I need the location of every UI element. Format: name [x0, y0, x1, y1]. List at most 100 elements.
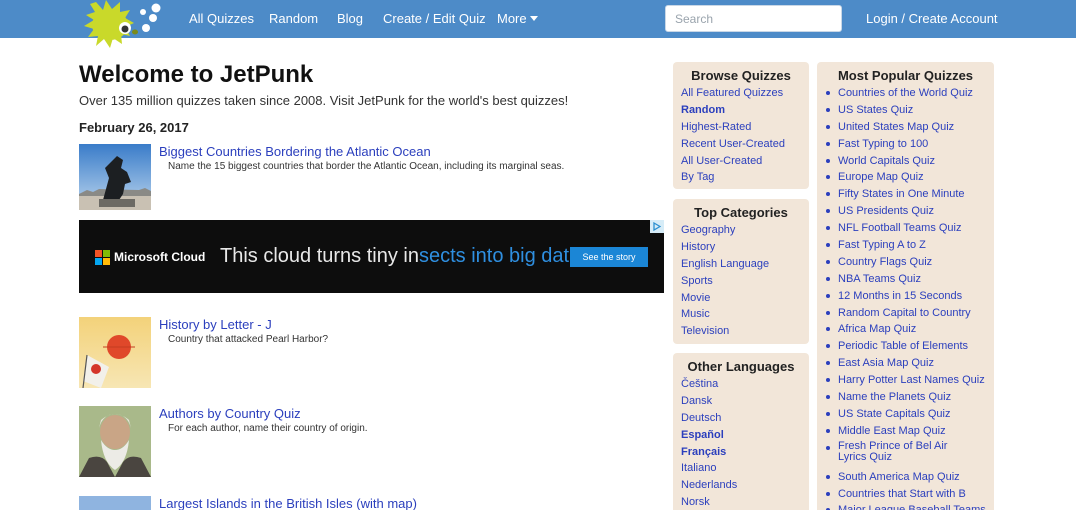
browse-item-all-user-created: All User-Created	[673, 154, 809, 171]
popular-quiz-link[interactable]: Middle East Map Quiz	[838, 425, 946, 437]
popular-quiz-item: Countries that Start with B	[817, 487, 994, 504]
ad-headline: This cloud turns tiny insects into big d…	[220, 245, 586, 268]
browse-link[interactable]: All User-Created	[681, 155, 762, 167]
language-item: Italiano	[673, 461, 809, 478]
popular-quiz-link[interactable]: United States Map Quiz	[838, 121, 954, 133]
language-item: Nederlands	[673, 478, 809, 495]
quiz-description: Country that attacked Pearl Harbor?	[168, 334, 329, 345]
microsoft-logo-icon	[95, 250, 110, 265]
ad-choices-icon[interactable]	[650, 220, 664, 233]
quiz-title-link[interactable]: Authors by Country Quiz	[159, 406, 301, 421]
language-link[interactable]: Nederlands	[681, 479, 737, 491]
popular-quiz-link[interactable]: NFL Football Teams Quiz	[838, 222, 962, 234]
category-item: English Language	[673, 257, 809, 274]
popular-quiz-link[interactable]: NBA Teams Quiz	[838, 273, 921, 285]
popular-quiz-link[interactable]: Major League Baseball Teams	[838, 504, 986, 510]
browse-link[interactable]: By Tag	[681, 171, 714, 183]
popular-quiz-item: Fast Typing A to Z	[817, 238, 994, 255]
popular-quiz-link[interactable]: Fast Typing to 100	[838, 138, 928, 150]
most-popular-panel: Most Popular Quizzes Countries of the Wo…	[817, 62, 994, 510]
category-link[interactable]: History	[681, 241, 715, 253]
popular-quiz-link[interactable]: Countries that Start with B	[838, 488, 966, 500]
browse-link[interactable]: All Featured Quizzes	[681, 87, 783, 99]
popular-quiz-item: US States Quiz	[817, 103, 994, 120]
language-link[interactable]: Italiano	[681, 462, 716, 474]
browse-link[interactable]: Random	[681, 104, 725, 116]
popular-quiz-link[interactable]: World Capitals Quiz	[838, 155, 935, 167]
popular-quiz-link[interactable]: Name the Planets Quiz	[838, 391, 951, 403]
login-create-account-link[interactable]: Login / Create Account	[866, 11, 998, 26]
quiz-thumbnail[interactable]	[79, 317, 151, 388]
popular-quiz-link[interactable]: Fifty States in One Minute	[838, 188, 965, 200]
popular-quiz-link[interactable]: Africa Map Quiz	[838, 323, 916, 335]
nav-random[interactable]: Random	[269, 11, 318, 26]
category-link[interactable]: Sports	[681, 275, 713, 287]
nav-blog[interactable]: Blog	[337, 11, 363, 26]
popular-quiz-link[interactable]: Fresh Prince of Bel Air Lyrics Quiz	[838, 440, 947, 464]
browse-link[interactable]: Highest-Rated	[681, 121, 751, 133]
popular-quiz-link[interactable]: Country Flags Quiz	[838, 256, 932, 268]
other-languages-heading: Other Languages	[687, 359, 795, 374]
popular-quiz-item: South America Map Quiz	[817, 470, 994, 487]
jetpunk-logo[interactable]	[80, 0, 164, 52]
language-link[interactable]: Norsk	[681, 496, 710, 508]
popular-quiz-link[interactable]: East Asia Map Quiz	[838, 357, 934, 369]
quiz-date: February 26, 2017	[79, 120, 189, 135]
quiz-title-link[interactable]: Biggest Countries Bordering the Atlantic…	[159, 144, 431, 159]
nav-all-quizzes[interactable]: All Quizzes	[189, 11, 254, 26]
browse-item-random: Random	[673, 103, 809, 120]
nav-more[interactable]: More	[497, 11, 538, 26]
language-link[interactable]: Čeština	[681, 378, 718, 390]
language-item: Deutsch	[673, 411, 809, 428]
popular-quiz-link[interactable]: Random Capital to Country	[838, 307, 971, 319]
popular-quiz-item: NFL Football Teams Quiz	[817, 221, 994, 238]
quiz-description: Name the 15 biggest countries that borde…	[168, 161, 565, 172]
ad-banner[interactable]: Microsoft Cloud This cloud turns tiny in…	[79, 220, 664, 293]
quiz-thumbnail[interactable]	[79, 406, 151, 477]
popular-quiz-item: Name the Planets Quiz	[817, 390, 994, 407]
popular-quiz-item: Major League Baseball Teams	[817, 503, 994, 510]
popular-quiz-link[interactable]: Countries of the World Quiz	[838, 87, 973, 99]
category-item: Television	[673, 324, 809, 341]
language-link[interactable]: Dansk	[681, 395, 712, 407]
popular-quiz-link[interactable]: US Presidents Quiz	[838, 205, 934, 217]
browse-item-all-featured: All Featured Quizzes	[673, 86, 809, 103]
popular-quiz-link[interactable]: Harry Potter Last Names Quiz	[838, 374, 985, 386]
popular-quiz-link[interactable]: South America Map Quiz	[838, 471, 960, 483]
popular-quiz-link[interactable]: 12 Months in 15 Seconds	[838, 290, 962, 302]
popular-quiz-link[interactable]: Fast Typing A to Z	[838, 239, 926, 251]
quiz-title-link[interactable]: Largest Islands in the British Isles (wi…	[159, 496, 417, 510]
search-input[interactable]	[665, 5, 842, 32]
popular-quiz-item: NBA Teams Quiz	[817, 272, 994, 289]
ad-cta-button[interactable]: See the story	[570, 247, 648, 267]
category-item: Geography	[673, 223, 809, 240]
popular-quiz-link[interactable]: Europe Map Quiz	[838, 171, 924, 183]
category-link[interactable]: Geography	[681, 224, 735, 236]
language-link[interactable]: Deutsch	[681, 412, 721, 424]
browse-item-by-tag: By Tag	[673, 170, 809, 187]
language-link[interactable]: Español	[681, 429, 724, 441]
popular-quiz-item: Countries of the World Quiz	[817, 86, 994, 103]
quiz-thumbnail[interactable]	[79, 144, 151, 210]
popular-quiz-item: Middle East Map Quiz	[817, 424, 994, 441]
popular-quiz-item: East Asia Map Quiz	[817, 356, 994, 373]
quiz-description: For each author, name their country of o…	[168, 423, 368, 434]
language-link[interactable]: Français	[681, 446, 726, 458]
category-item: History	[673, 240, 809, 257]
nav-create-edit-quiz[interactable]: Create / Edit Quiz	[383, 11, 486, 26]
browse-link[interactable]: Recent User-Created	[681, 138, 785, 150]
popular-quiz-link[interactable]: US States Quiz	[838, 104, 913, 116]
popular-quiz-link[interactable]: Periodic Table of Elements	[838, 340, 968, 352]
popular-quiz-link[interactable]: US State Capitals Quiz	[838, 408, 951, 420]
top-nav-bar: All Quizzes Random Blog Create / Edit Qu…	[0, 0, 1076, 48]
category-link[interactable]: Television	[681, 325, 729, 337]
most-popular-heading: Most Popular Quizzes	[837, 68, 974, 83]
category-link[interactable]: Movie	[681, 292, 710, 304]
category-link[interactable]: English Language	[681, 258, 769, 270]
quiz-thumbnail[interactable]	[79, 496, 151, 510]
quiz-title-link[interactable]: History by Letter - J	[159, 317, 272, 332]
category-link[interactable]: Music	[681, 308, 710, 320]
language-item: Français	[673, 445, 809, 462]
top-categories-heading: Top Categories	[694, 205, 788, 220]
nav-more-label: More	[497, 11, 527, 26]
